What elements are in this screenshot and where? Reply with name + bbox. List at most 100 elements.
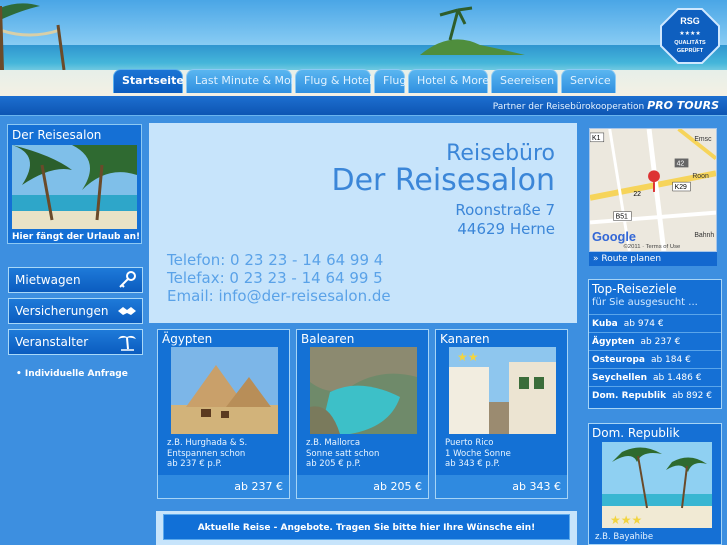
destination-card-aegypten[interactable]: Ägypten z.B. Hurghada & S. Entspannen sc… [157, 329, 290, 499]
tab-service[interactable]: Service [561, 69, 616, 93]
tab-last-minute[interactable]: Last Minute & More [186, 69, 302, 93]
svg-text:RSG: RSG [680, 16, 700, 26]
row-name: Kuba [592, 319, 618, 329]
dom-republik-card[interactable]: Dom. Republik ★★★ z.B. Bayahibe [588, 423, 722, 545]
contact-fax: Telefax: 0 23 23 - 14 64 99 5 [167, 269, 383, 287]
salon-promo[interactable]: Der Reisesalon Hier fängt der Urlaub an! [7, 124, 142, 244]
top-row-dom-republik[interactable]: Dom. Republik ab 892 € [589, 386, 721, 404]
beach-palms-image [12, 145, 137, 229]
contact-phone: Telefon: 0 23 23 - 14 64 99 4 [167, 251, 384, 269]
top-row-osteuropa[interactable]: Osteuropa ab 184 € [589, 350, 721, 368]
row-price: ab 184 € [650, 355, 691, 365]
tab-flug-hotel[interactable]: Flug & Hotel [295, 69, 372, 93]
rating-stars-icon: ★★ [457, 350, 479, 364]
contact-email[interactable]: Email: info@der-reisesalon.de [167, 287, 391, 305]
bay-image [310, 347, 417, 434]
desc-line2: Sonne satt schon [306, 448, 380, 459]
veranstalter-label: Veranstalter [15, 335, 89, 349]
village-street-image: ★★ [449, 347, 556, 434]
veranstalter-button[interactable]: Veranstalter [8, 329, 143, 355]
right-sidebar: K1 42 K29 22 B51 Emsc Roon Bahnh Google … [586, 117, 727, 545]
svg-text:GEPRÜFT: GEPRÜFT [677, 47, 704, 54]
row-price: ab 892 € [672, 391, 712, 401]
svg-text:22: 22 [633, 191, 641, 198]
row-name: Ägypten [592, 337, 635, 347]
tab-seereisen[interactable]: Seereisen [491, 69, 558, 93]
top-row-kuba[interactable]: Kuba ab 974 € [589, 314, 721, 332]
svg-text:QUALITÄTS: QUALITÄTS [674, 39, 706, 46]
promo-caption: Hier fängt der Urlaub an! [12, 232, 141, 242]
partner-text: Partner der Reisebürokooperation PRO TOU… [493, 99, 719, 112]
pyramids-image [171, 347, 278, 434]
contact-panel: Reisebüro Der Reisesalon Roonstraße 7 44… [149, 123, 577, 323]
top-subtitle: für Sie ausgesucht ... [592, 297, 698, 308]
destination-description: z.B. Hurghada & S. Entspannen schon ab 2… [167, 438, 247, 470]
top-reiseziele-panel: Top-Reiseziele für Sie ausgesucht ... Ku… [588, 279, 722, 409]
location-map[interactable]: K1 42 K29 22 B51 Emsc Roon Bahnh Google … [589, 128, 717, 252]
row-name: Seychellen [592, 373, 647, 383]
destination-price[interactable]: ab 237 € [158, 475, 289, 498]
svg-text:K29: K29 [675, 184, 687, 191]
aktuelle-angebote-button[interactable]: Aktuelle Reise - Angebote. Tragen Sie bi… [163, 514, 570, 540]
svg-text:42: 42 [677, 160, 685, 167]
svg-text:Bahnh: Bahnh [694, 232, 714, 239]
contact-city: 44629 Herne [457, 220, 555, 238]
destination-description: z.B. Mallorca Sonne satt schon ab 205 € … [306, 438, 379, 470]
contact-title-large: Der Reisesalon [331, 163, 555, 198]
desc-line3: ab 237 € p.P. [167, 459, 222, 469]
promo-title: Der Reisesalon [12, 128, 102, 142]
row-price: ab 237 € [640, 337, 681, 347]
svg-text:★★★★: ★★★★ [679, 30, 701, 37]
svg-text:Emsc: Emsc [694, 136, 712, 143]
row-name: Dom. Republik [592, 391, 667, 401]
desc-line3: ab 343 € p.P. [445, 459, 500, 469]
versicherungen-button[interactable]: Versicherungen [8, 298, 143, 324]
protours-logo[interactable]: PRO TOURS [647, 99, 719, 112]
rsg-quality-badge-icon: RSG ★★★★ QUALITÄTS GEPRÜFT [660, 8, 720, 64]
main-navigation: Startseite Last Minute & More Flug & Hot… [113, 69, 619, 93]
tab-flug[interactable]: Flug [374, 69, 406, 93]
top-row-seychellen[interactable]: Seychellen ab 1.486 € [589, 368, 721, 386]
header-banner: RSG ★★★★ QUALITÄTS GEPRÜFT Startseite La… [0, 0, 727, 96]
contact-street: Roonstraße 7 [455, 201, 555, 219]
row-price: ab 1.486 € [652, 373, 702, 383]
desc-line1: Puerto Rico [445, 438, 494, 448]
dr-title: Dom. Republik [592, 426, 680, 440]
destination-card-kanaren[interactable]: Kanaren ★★ Puerto Rico 1 Woche Sonne ab … [435, 329, 568, 499]
tab-hotel-more[interactable]: Hotel & More [408, 69, 489, 93]
partner-label: Partner der Reisebürokooperation [492, 102, 645, 112]
versicherungen-label: Versicherungen [15, 304, 109, 318]
handshake-icon [118, 307, 136, 315]
top-title: Top-Reiseziele [592, 282, 677, 296]
destination-description: Puerto Rico 1 Woche Sonne ab 343 € p.P. [445, 438, 511, 470]
anfrage-panel: Aktuelle Reise - Angebote. Tragen Sie bi… [156, 511, 577, 545]
svg-text:Roon: Roon [692, 173, 709, 180]
desc-line1: z.B. Mallorca [306, 438, 361, 448]
destination-title: Ägypten [162, 332, 213, 346]
tab-startseite[interactable]: Startseite [113, 69, 184, 93]
mietwagen-button[interactable]: Mietwagen [8, 267, 143, 293]
rating-stars-icon: ★★★ [610, 513, 642, 527]
row-price: ab 974 € [623, 319, 664, 329]
top-row-aegypten[interactable]: Ägypten ab 237 € [589, 332, 721, 350]
destination-price[interactable]: ab 343 € [436, 475, 567, 498]
row-name: Osteuropa [592, 355, 645, 365]
dr-description: z.B. Bayahibe [595, 532, 654, 542]
left-sidebar: Der Reisesalon Hier fängt der Urlaub an!… [0, 117, 148, 545]
destination-price[interactable]: ab 205 € [297, 475, 428, 498]
svg-text:B51: B51 [616, 214, 628, 221]
desc-line2: Entspannen schon [167, 448, 246, 459]
svg-text:©2011 · Terms of Use: ©2011 · Terms of Use [623, 243, 681, 250]
island-illustration [420, 6, 525, 55]
desc-line3: ab 205 € p.P. [306, 459, 361, 469]
svg-text:Google: Google [592, 229, 636, 244]
destination-card-balearen[interactable]: Balearen z.B. Mallorca Sonne satt schon … [296, 329, 429, 499]
route-planen-link[interactable]: » Route planen [589, 252, 717, 266]
main-content: Reisebüro Der Reisesalon Roonstraße 7 44… [149, 117, 585, 545]
svg-text:K1: K1 [592, 135, 601, 142]
individuelle-anfrage-link[interactable]: • Individuelle Anfrage [16, 369, 128, 379]
desc-line2: 1 Woche Sonne [445, 448, 511, 459]
beach-image: ★★★ [602, 442, 712, 528]
desc-line1: z.B. Hurghada & S. [167, 438, 248, 448]
keys-icon [119, 271, 136, 288]
